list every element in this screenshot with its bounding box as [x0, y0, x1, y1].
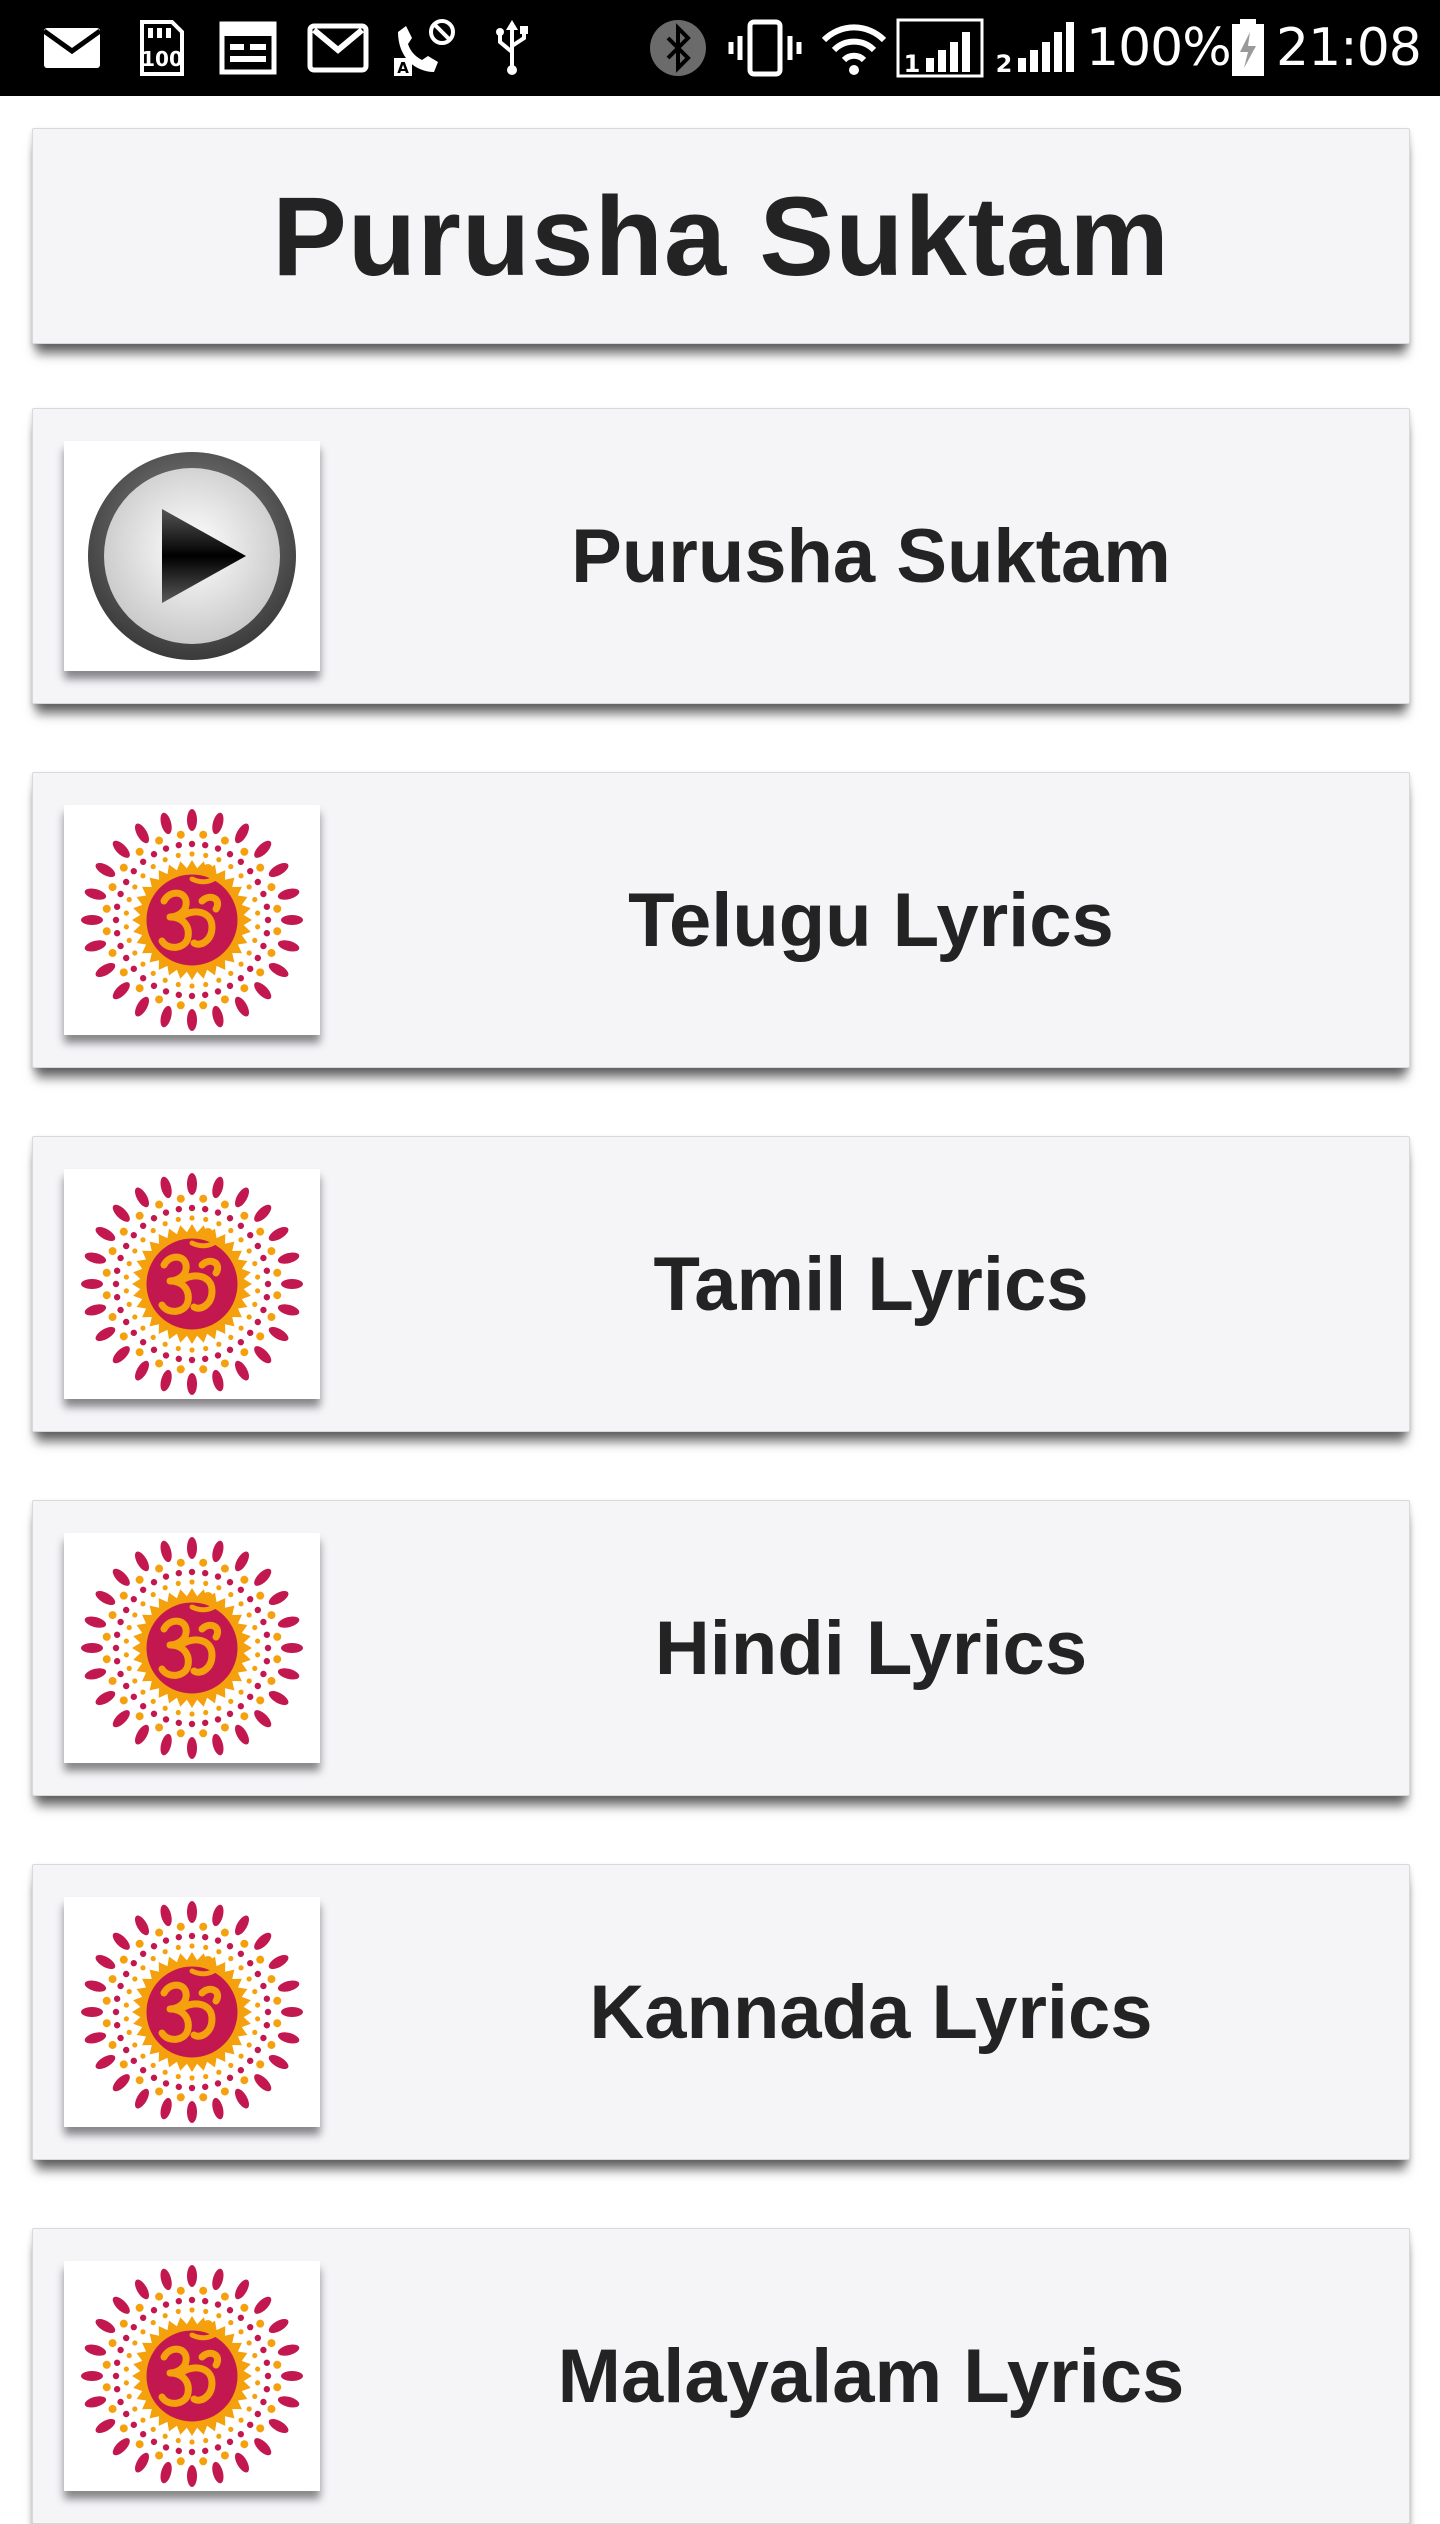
play-icon	[64, 441, 320, 671]
signal-sim1-icon: 1	[896, 18, 984, 78]
menu-item-telugu-lyrics[interactable]: Telugu Lyrics	[32, 772, 1410, 1068]
status-bar: 100 A 1 2 100% 21:08	[0, 0, 1440, 96]
om-icon	[64, 1897, 320, 2127]
om-icon	[64, 2261, 320, 2491]
gmail-icon	[307, 23, 369, 73]
wifi-icon	[821, 24, 887, 75]
battery-percent: 100%	[1086, 18, 1232, 78]
svg-text:A: A	[397, 59, 409, 77]
menu-item-label: Kannada Lyrics	[589, 1969, 1153, 2055]
menu-item-hindi-lyrics[interactable]: Hindi Lyrics	[32, 1500, 1410, 1796]
page-title: Purusha Suktam	[272, 173, 1170, 299]
title-card: Purusha Suktam	[32, 128, 1410, 344]
bluetooth-icon	[650, 20, 706, 76]
menu-item-kannada-lyrics[interactable]: Kannada Lyrics	[32, 1864, 1410, 2160]
om-icon	[64, 805, 320, 1035]
om-icon	[64, 1533, 320, 1763]
call-blocked-icon: A	[394, 19, 455, 77]
menu-item-label: Telugu Lyrics	[628, 877, 1114, 963]
menu-item-label: Purusha Suktam	[571, 513, 1171, 599]
menu-item-purusha-suktam-audio[interactable]: Purusha Suktam	[32, 408, 1410, 704]
svg-text:2: 2	[996, 50, 1013, 78]
usb-icon	[496, 20, 528, 75]
sd-card-100-icon: 100	[140, 20, 184, 76]
signal-sim2-icon: 2	[996, 22, 1074, 78]
svg-text:1: 1	[904, 50, 921, 78]
menu-item-label: Malayalam Lyrics	[557, 2333, 1185, 2419]
email-icon	[42, 28, 102, 68]
menu-item-tamil-lyrics[interactable]: Tamil Lyrics	[32, 1136, 1410, 1432]
calendar-icon	[219, 21, 277, 75]
status-time: 21:08	[1276, 18, 1422, 78]
battery-charging-icon	[1232, 19, 1264, 76]
menu-item-label: Tamil Lyrics	[653, 1241, 1089, 1327]
svg-text:100: 100	[141, 47, 183, 71]
menu-item-label: Hindi Lyrics	[654, 1605, 1088, 1691]
menu-item-malayalam-lyrics[interactable]: Malayalam Lyrics	[32, 2228, 1410, 2524]
om-icon	[64, 1169, 320, 1399]
vibrate-icon	[728, 19, 802, 77]
